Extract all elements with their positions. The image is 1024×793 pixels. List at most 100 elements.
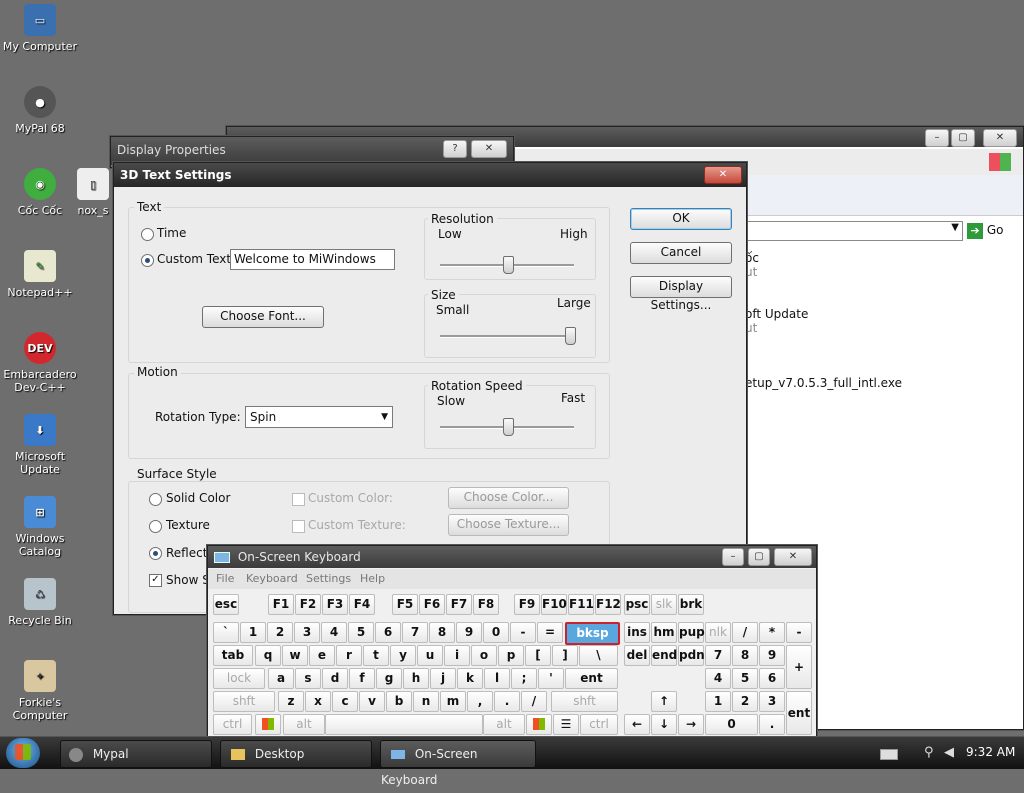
key-num-plus[interactable]: + (786, 645, 812, 689)
key-f1[interactable]: F1 (268, 594, 294, 615)
key-g[interactable]: g (376, 668, 402, 689)
key-x[interactable]: x (305, 691, 331, 712)
custom-color-checkbox[interactable] (292, 493, 305, 506)
key-nlk[interactable]: nlk (705, 622, 731, 643)
key-slk[interactable]: slk (651, 594, 677, 615)
tray-network-icon[interactable]: ⚲ (924, 745, 934, 760)
key-num-3[interactable]: 3 (759, 691, 785, 712)
key-backslash[interactable]: \ (579, 645, 618, 666)
key-f4[interactable]: F4 (349, 594, 375, 615)
key-caps-lock[interactable]: lock (213, 668, 265, 689)
resolution-slider-thumb[interactable] (502, 256, 514, 274)
key-n[interactable]: n (413, 691, 439, 712)
key-k[interactable]: k (457, 668, 483, 689)
taskbar-item-mypal[interactable]: Mypal (60, 740, 212, 768)
tray-keyboard-icon[interactable] (880, 749, 898, 760)
key-num-1[interactable]: 1 (705, 691, 731, 712)
key-num-19[interactable]: * (759, 622, 785, 643)
key-b[interactable]: b (386, 691, 412, 712)
tray-volume-icon[interactable]: ◀ (944, 745, 954, 760)
key--[interactable]: - (510, 622, 536, 643)
key-right-win[interactable] (526, 714, 552, 735)
key-num-6[interactable]: 6 (759, 668, 785, 689)
key-del[interactable]: del (624, 645, 650, 666)
key-num-18[interactable]: / (732, 622, 758, 643)
desktop-icon-mypal[interactable]: ● MyPal 68 (0, 86, 80, 135)
key-c[interactable]: c (332, 691, 358, 712)
file-item[interactable]: ốc (745, 251, 759, 265)
key-num-0[interactable]: 0 (705, 714, 758, 735)
desktop-icon-nox[interactable]: ▯ nox_s (68, 168, 118, 217)
key-up-arrow[interactable]: ↑ (651, 691, 677, 712)
go-button[interactable]: ➔ Go (967, 221, 1017, 239)
key-left-alt[interactable]: alt (283, 714, 325, 735)
key-0[interactable]: 0 (483, 622, 509, 643)
key-][interactable]: ] (552, 645, 578, 666)
key-9[interactable]: 9 (759, 645, 785, 666)
key-9[interactable]: 9 (456, 622, 482, 643)
key-3[interactable]: 3 (294, 622, 320, 643)
cancel-button[interactable]: Cancel (630, 242, 732, 264)
desktop-icon-devcpp[interactable]: DEV Embarcadero Dev-C++ (0, 332, 80, 394)
key-q[interactable]: q (255, 645, 281, 666)
key-f3[interactable]: F3 (322, 594, 348, 615)
key-f9[interactable]: F9 (514, 594, 540, 615)
key-pup[interactable]: pup (678, 622, 705, 643)
key-1[interactable]: 1 (240, 622, 266, 643)
solid-color-radio[interactable] (149, 493, 162, 506)
key-pdn[interactable]: pdn (678, 645, 705, 666)
key-'[interactable]: ' (538, 668, 564, 689)
key-p[interactable]: p (498, 645, 524, 666)
maximize-button[interactable]: ▢ (748, 548, 770, 566)
key-7[interactable]: 7 (705, 645, 731, 666)
rotation-type-select[interactable]: Spin ▼ (245, 406, 393, 428)
key-d[interactable]: d (322, 668, 348, 689)
desktop-icon-windows-catalog[interactable]: ⊞ Windows Catalog (0, 496, 80, 558)
key-,[interactable]: , (467, 691, 493, 712)
menu-keyboard[interactable]: Keyboard (246, 569, 298, 589)
key-backtick[interactable]: ` (213, 622, 239, 643)
key-hm[interactable]: hm (651, 622, 677, 643)
key-right-ctrl[interactable]: ctrl (580, 714, 618, 735)
key-5[interactable]: 5 (348, 622, 374, 643)
key-f5[interactable]: F5 (392, 594, 418, 615)
key-v[interactable]: v (359, 691, 385, 712)
taskbar-item-osk[interactable]: On-Screen Keyboard (380, 740, 536, 787)
help-button[interactable]: ? (443, 140, 467, 158)
minimize-button[interactable]: – (925, 129, 949, 147)
key-esc[interactable]: esc (213, 594, 239, 615)
key-z[interactable]: z (278, 691, 304, 712)
key-6[interactable]: 6 (375, 622, 401, 643)
key-enter[interactable]: ent (565, 668, 618, 689)
key-num-enter[interactable]: ent (786, 691, 812, 735)
key-tab[interactable]: tab (213, 645, 253, 666)
key-w[interactable]: w (282, 645, 308, 666)
key-num-20[interactable]: - (786, 622, 812, 643)
key-f[interactable]: f (349, 668, 375, 689)
key-f8[interactable]: F8 (473, 594, 499, 615)
file-item[interactable]: oft Update (745, 307, 808, 321)
clock[interactable]: 9:32 AM (966, 745, 1015, 759)
file-item[interactable]: etup_v7.0.5.3_full_intl.exe (745, 376, 902, 390)
menu-file[interactable]: File (216, 569, 234, 589)
key-num-5[interactable]: 5 (732, 668, 758, 689)
menu-settings[interactable]: Settings (306, 569, 351, 589)
key-num-4[interactable]: 4 (705, 668, 731, 689)
key-t[interactable]: t (363, 645, 389, 666)
desktop-icon-forkies-computer[interactable]: ✦ Forkie's Computer (0, 660, 80, 722)
custom-text-radio[interactable] (141, 254, 154, 267)
key-o[interactable]: o (471, 645, 497, 666)
key-psc[interactable]: psc (624, 594, 650, 615)
key-num-2[interactable]: 2 (732, 691, 758, 712)
key-menu[interactable]: ☰ (553, 714, 579, 735)
key-[[interactable]: [ (525, 645, 551, 666)
display-settings-button[interactable]: Display Settings... (630, 276, 732, 312)
key-end[interactable]: end (651, 645, 677, 666)
taskbar-item-desktop[interactable]: Desktop (220, 740, 372, 768)
choose-texture-button[interactable]: Choose Texture... (448, 514, 569, 536)
key-=[interactable]: = (537, 622, 563, 643)
key-y[interactable]: y (390, 645, 416, 666)
rotation-speed-slider-thumb[interactable] (502, 418, 514, 436)
key-;[interactable]: ; (511, 668, 537, 689)
choose-color-button[interactable]: Choose Color... (448, 487, 569, 509)
